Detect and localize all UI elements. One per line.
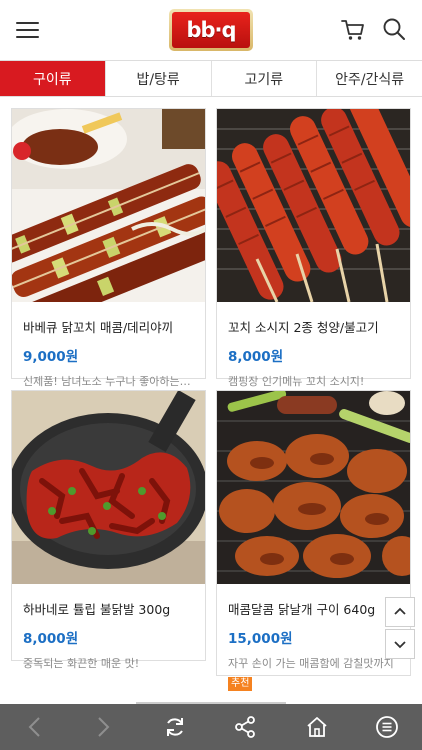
product-description: 자꾸 손이 가는 매콤함에 감칠맛까지	[228, 657, 394, 670]
product-image-chicken-skewers	[0, 109, 228, 328]
chevron-up-icon	[394, 607, 406, 615]
product-price: 15,000원	[228, 631, 293, 647]
product-description: 캠핑장 인기메뉴 꼬치 소시지!	[228, 375, 365, 388]
product-name: 매콤달콤 닭날개 구이 640g	[228, 602, 376, 617]
back-button[interactable]	[20, 712, 50, 742]
cart-icon[interactable]	[340, 17, 366, 43]
search-icon[interactable]	[381, 16, 407, 42]
bbq-logo[interactable]: bb·q	[169, 9, 253, 51]
product-image-chicken-feet	[8, 390, 208, 584]
product-card[interactable]: 바베큐 닭꼬치 매콤/데리야끼 9,000원 신제품! 남녀노소 누구나 좋아하…	[0, 108, 228, 388]
product-card[interactable]: 하바네로 튤립 불닭발 300g 8,000원 중독되는 화끈한 매운 맛!	[8, 390, 208, 670]
hamburger-menu-icon[interactable]	[14, 17, 42, 43]
app-header: bb·q	[0, 0, 422, 60]
product-price: 8,000원	[228, 349, 284, 365]
home-button[interactable]	[302, 712, 332, 742]
recommended-badge: 추천	[228, 677, 253, 691]
category-tabs: 구이류 밥/탕류 고기류 안주/간식류	[0, 60, 422, 97]
product-price: 8,000원	[23, 631, 79, 647]
chevron-down-icon	[394, 641, 406, 649]
product-name: 바베큐 닭꼬치 매콤/데리야끼	[23, 320, 174, 335]
product-image-chicken-wings	[217, 389, 422, 584]
home-icon	[307, 717, 327, 737]
bottom-nav-bar	[0, 704, 422, 750]
tab-snacks[interactable]: 안주/간식류	[317, 61, 422, 96]
scroll-down-button[interactable]	[385, 629, 415, 659]
product-price: 9,000원	[23, 349, 79, 365]
tab-rice-soup[interactable]: 밥/탕류	[106, 61, 212, 96]
tab-meat[interactable]: 고기류	[212, 61, 318, 96]
product-card[interactable]: 꼬치 소시지 2종 청양/불고기 8,000원 캠핑장 인기메뉴 꼬치 소시지!	[205, 89, 422, 388]
scroll-up-button[interactable]	[385, 597, 415, 627]
product-card[interactable]: 매콤달콤 닭날개 구이 640g 15,000원 자꾸 손이 가는 매콤함에 감…	[216, 389, 422, 691]
refresh-button[interactable]	[160, 712, 190, 742]
tab-grilled[interactable]: 구이류	[0, 61, 106, 96]
product-description: 신제품! 남녀노소 누구나 좋아하는…	[23, 375, 191, 388]
forward-button[interactable]	[88, 712, 118, 742]
chevron-left-icon	[28, 717, 40, 737]
chevron-right-icon	[98, 717, 110, 737]
menu-circle-icon	[376, 716, 398, 738]
product-name: 꼬치 소시지 2종 청양/불고기	[228, 320, 379, 335]
product-description: 중독되는 화끈한 매운 맛!	[23, 657, 140, 670]
share-icon	[235, 716, 255, 738]
product-image-sausage-skewers	[205, 89, 422, 303]
more-menu-button[interactable]	[372, 712, 402, 742]
share-button[interactable]	[230, 712, 260, 742]
product-name: 하바네로 튤립 불닭발 300g	[23, 602, 171, 617]
logo-text: bb·q	[186, 18, 236, 42]
refresh-icon	[167, 718, 183, 736]
